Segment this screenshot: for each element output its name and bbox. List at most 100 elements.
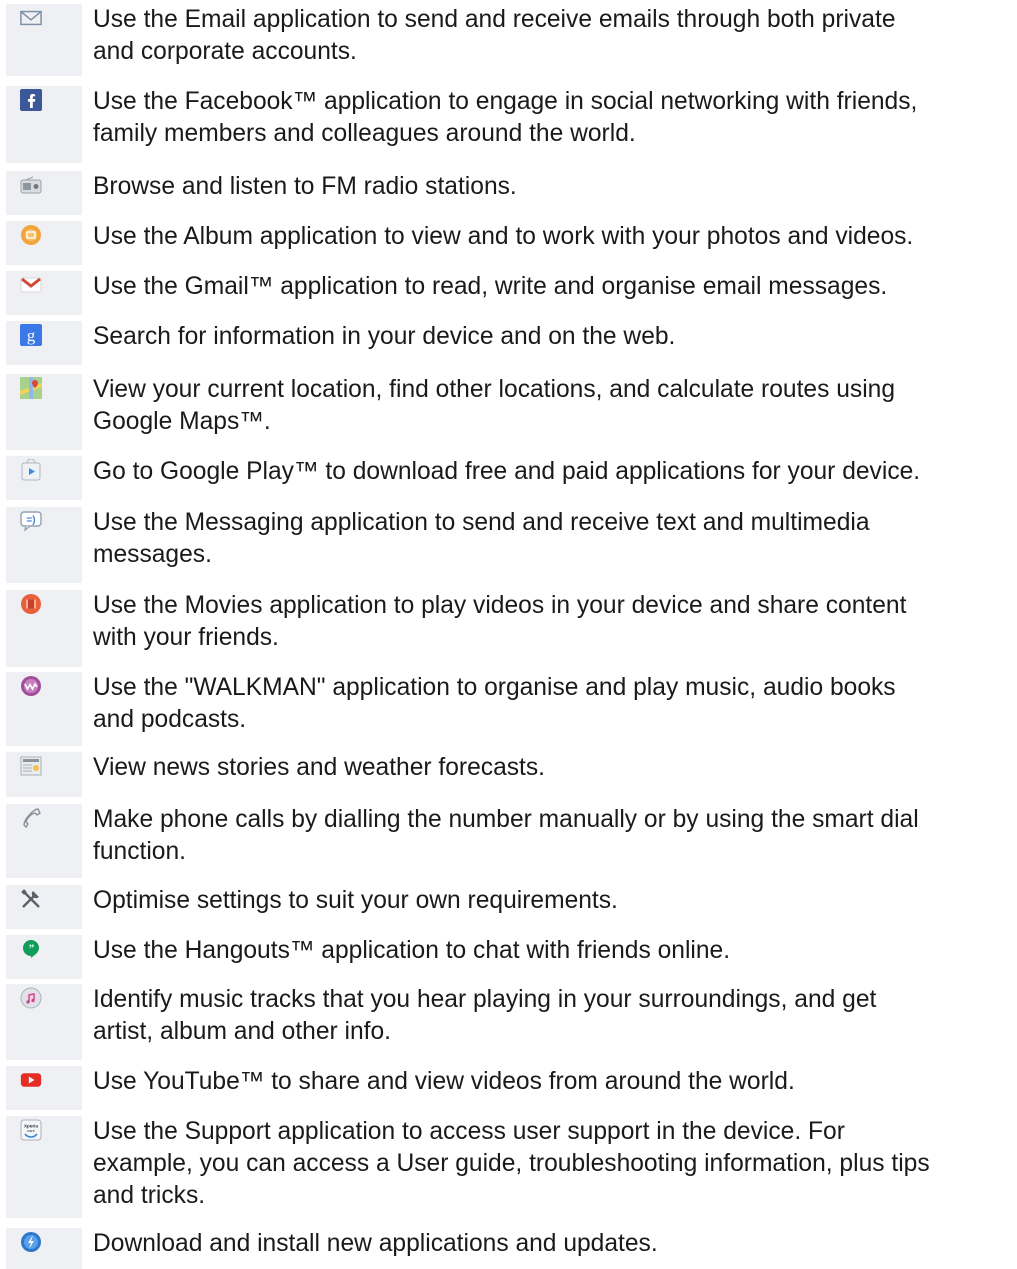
app-description: Use the Gmail™ application to read, writ… <box>93 271 1008 303</box>
description-line: Make phone calls by dialling the number … <box>93 806 919 833</box>
svg-text:=): =) <box>26 515 35 526</box>
icon-cell: Xperia care <box>6 1116 82 1218</box>
icon-cell <box>6 1066 82 1110</box>
app-row: Make phone calls by dialling the number … <box>0 804 1017 878</box>
description-line: View your current location, find other l… <box>93 376 896 403</box>
app-row: Use the Gmail™ application to read, writ… <box>0 271 1017 315</box>
app-row: Use YouTube™ to share and view videos fr… <box>0 1066 1017 1110</box>
youtube-icon <box>20 1069 42 1091</box>
app-row: View your current location, find other l… <box>0 374 1017 450</box>
app-row: =) Use the Messaging application to send … <box>0 507 1017 583</box>
google-maps-icon <box>20 377 42 399</box>
svg-text:”: ” <box>29 943 35 955</box>
description-line: Use the Album application to view and to… <box>93 223 914 250</box>
app-row: ” Use the Hangouts™ application to chat w… <box>0 935 1017 979</box>
app-description: View your current location, find other l… <box>93 374 1008 438</box>
app-row: Download and install new applications an… <box>0 1228 1017 1269</box>
svg-text:care: care <box>27 1128 36 1133</box>
app-row: Optimise settings to suit your own requi… <box>0 885 1017 929</box>
app-row: Use the Facebook™ application to engage … <box>0 86 1017 163</box>
icon-cell: g <box>6 321 82 365</box>
movies-icon <box>20 593 42 615</box>
app-description: Use the Support application to access us… <box>93 1116 1008 1212</box>
app-row: Identify music tracks that you hear play… <box>0 984 1017 1060</box>
app-description: Go to Google Play™ to download free and … <box>93 456 1008 488</box>
app-row: Xperia care Use the Support application to… <box>0 1116 1017 1218</box>
description-line: Use YouTube™ to share and view videos fr… <box>93 1068 795 1095</box>
trackid-icon <box>20 987 42 1009</box>
app-row: Go to Google Play™ to download free and … <box>0 456 1017 500</box>
app-row: View news stories and weather forecasts. <box>0 752 1017 797</box>
facebook-icon <box>20 89 42 111</box>
app-row: g Search for information in your device a… <box>0 321 1017 365</box>
description-line: with your friends. <box>93 624 279 651</box>
icon-cell <box>6 4 82 76</box>
hangouts-icon: ” <box>20 938 42 960</box>
update-center-icon <box>20 1231 42 1253</box>
icon-cell <box>6 86 82 163</box>
icon-cell <box>6 221 82 265</box>
app-description: View news stories and weather forecasts. <box>93 752 1008 784</box>
icon-cell <box>6 590 82 667</box>
description-line: Use the Movies application to play video… <box>93 592 907 619</box>
app-row: Browse and listen to FM radio stations. <box>0 171 1017 215</box>
icon-cell <box>6 1228 82 1269</box>
description-line: and corporate accounts. <box>93 38 357 65</box>
app-description: Use the Movies application to play video… <box>93 590 1008 654</box>
description-line: Use the Messaging application to send an… <box>93 509 870 536</box>
icon-cell <box>6 171 82 215</box>
app-row: Use the "WALKMAN" application to organis… <box>0 672 1017 746</box>
description-line: artist, album and other info. <box>93 1018 392 1045</box>
description-line: Browse and listen to FM radio stations. <box>93 173 517 200</box>
icon-cell <box>6 374 82 450</box>
icon-cell <box>6 885 82 929</box>
description-line: Use the "WALKMAN" application to organis… <box>93 674 896 701</box>
description-line: Identify music tracks that you hear play… <box>93 986 877 1013</box>
description-line: function. <box>93 838 186 865</box>
icon-cell <box>6 672 82 746</box>
google-play-icon <box>20 459 42 481</box>
description-line: Google Maps™. <box>93 408 271 435</box>
gmail-icon <box>20 274 42 296</box>
description-line: example, you can access a User guide, tr… <box>93 1150 930 1177</box>
app-description: Use the Email application to send and re… <box>93 4 1008 68</box>
news-weather-icon <box>20 755 42 777</box>
app-description: Use the Messaging application to send an… <box>93 507 1008 571</box>
app-row: Use the Album application to view and to… <box>0 221 1017 265</box>
google-search-icon: g <box>20 324 42 346</box>
app-description: Download and install new applications an… <box>93 1228 1008 1260</box>
album-icon <box>20 224 42 246</box>
email-envelope-icon <box>20 7 42 29</box>
description-line: Use the Hangouts™ application to chat wi… <box>93 937 731 964</box>
app-description: Optimise settings to suit your own requi… <box>93 885 1008 917</box>
svg-text:g: g <box>27 326 36 345</box>
app-description: Search for information in your device an… <box>93 321 1008 353</box>
messaging-icon: =) <box>20 510 42 532</box>
description-line: Optimise settings to suit your own requi… <box>93 887 618 914</box>
icon-cell <box>6 271 82 315</box>
description-line: View news stories and weather forecasts. <box>93 754 546 781</box>
description-line: Download and install new applications an… <box>93 1230 658 1257</box>
description-line: messages. <box>93 541 212 568</box>
app-description: Use the Album application to view and to… <box>93 221 1008 253</box>
app-description: Use YouTube™ to share and view videos fr… <box>93 1066 1008 1098</box>
icon-cell <box>6 456 82 500</box>
phone-icon <box>20 807 42 829</box>
walkman-icon <box>20 675 42 697</box>
app-description: Browse and listen to FM radio stations. <box>93 171 1008 203</box>
icon-cell <box>6 804 82 878</box>
description-line: Use the Email application to send and re… <box>93 6 896 33</box>
fm-radio-icon <box>20 174 42 196</box>
description-line: Use the Facebook™ application to engage … <box>93 88 918 115</box>
description-line: Search for information in your device an… <box>93 323 676 350</box>
app-description: Use the "WALKMAN" application to organis… <box>93 672 1008 736</box>
description-line: family members and colleagues around the… <box>93 120 636 147</box>
app-description: Make phone calls by dialling the number … <box>93 804 1008 868</box>
app-description: Identify music tracks that you hear play… <box>93 984 1008 1048</box>
icon-cell <box>6 752 82 797</box>
app-row: Use the Movies application to play video… <box>0 590 1017 667</box>
icon-cell: =) <box>6 507 82 583</box>
app-description: Use the Hangouts™ application to chat wi… <box>93 935 1008 967</box>
icon-cell <box>6 984 82 1060</box>
settings-tools-icon <box>20 888 42 910</box>
